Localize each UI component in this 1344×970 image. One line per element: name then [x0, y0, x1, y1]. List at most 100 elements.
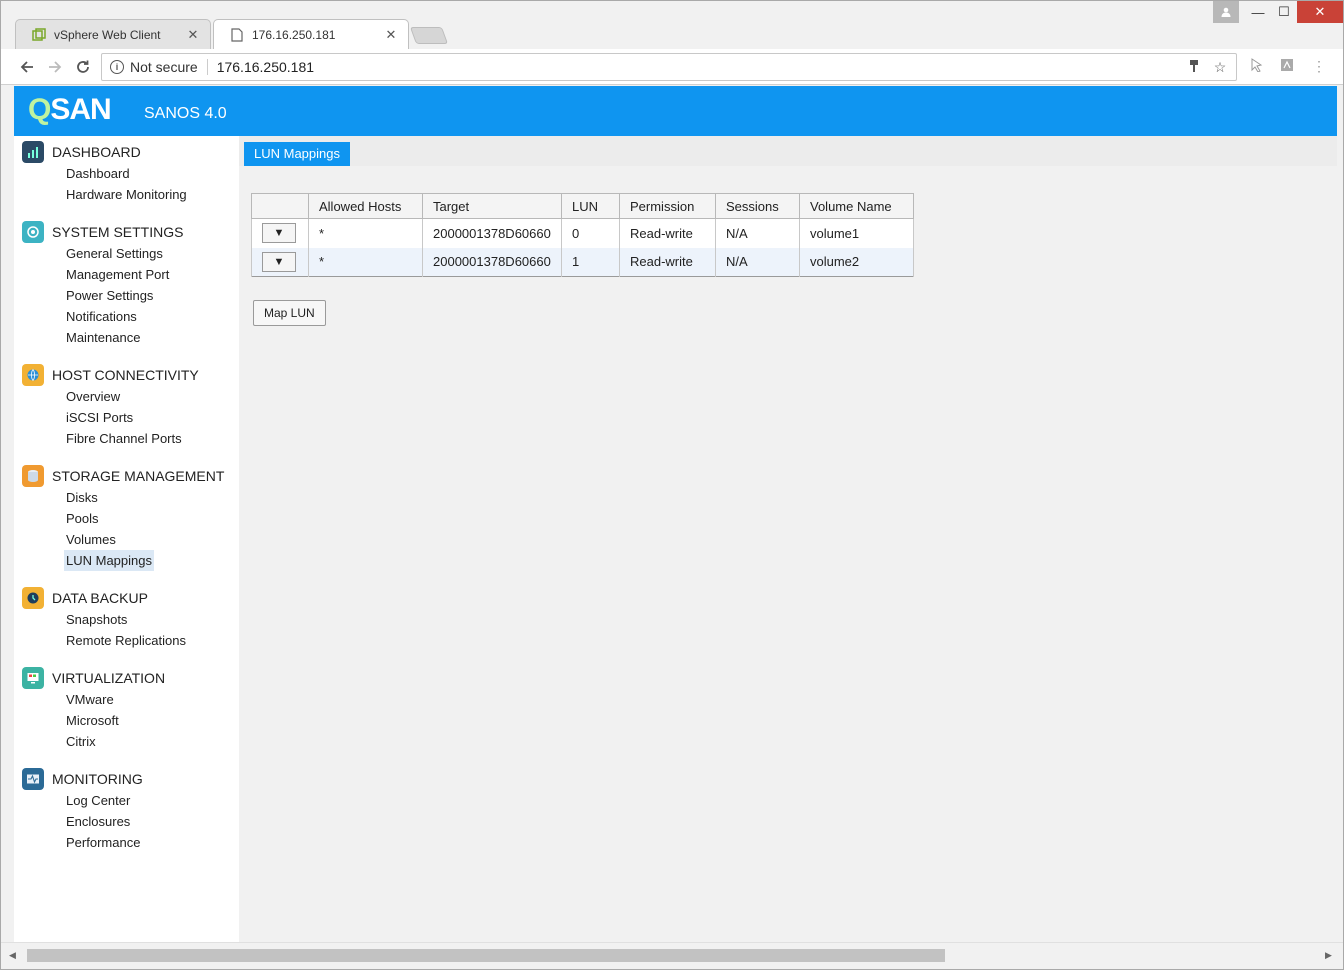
address-bar[interactable]: i Not secure 176.16.250.181 ☆ [101, 53, 1237, 81]
sidebar-section-dashboard: DASHBOARD Dashboard Hardware Monitoring [22, 141, 189, 205]
table-cell-action: ▼ [251, 218, 309, 248]
globe-icon [22, 364, 44, 386]
sidebar-item-microsoft[interactable]: Microsoft [64, 710, 121, 731]
column-header-target[interactable]: Target [422, 193, 562, 219]
page-favicon-icon [230, 27, 244, 42]
url-text[interactable]: 176.16.250.181 [217, 59, 1184, 75]
table-header-row: Allowed Hosts Target LUN Permission Sess… [251, 193, 914, 219]
database-icon [22, 465, 44, 487]
column-header-action [251, 193, 309, 219]
table-cell-hosts: * [308, 218, 423, 248]
table-cell-sessions: N/A [715, 218, 800, 248]
backup-icon [22, 587, 44, 609]
map-lun-button[interactable]: Map LUN [253, 300, 326, 326]
sidebar-nav: DASHBOARD Dashboard Hardware Monitoring … [14, 136, 239, 942]
bookmark-star-icon[interactable]: ☆ [1210, 59, 1230, 76]
tab-close-icon[interactable]: ✕ [186, 27, 200, 43]
sidebar-section-virtualization: VIRTUALIZATION VMware Microsoft Citrix [22, 667, 165, 752]
main-content: LUN Mappings Allowed Hosts Target LUN Pe… [239, 136, 1337, 942]
product-name: SANOS 4.0 [144, 105, 227, 122]
column-header-sessions[interactable]: Sessions [715, 193, 800, 219]
browser-toolbar: i Not secure 176.16.250.181 ☆ ⋮ [1, 49, 1343, 85]
column-header-permission[interactable]: Permission [619, 193, 716, 219]
sidebar-item-overview[interactable]: Overview [64, 386, 122, 407]
sidebar-item-disks[interactable]: Disks [64, 487, 100, 508]
sidebar-item-vmware[interactable]: VMware [64, 689, 116, 710]
maximize-button[interactable]: ☐ [1271, 1, 1297, 23]
sidebar-item-dashboard[interactable]: Dashboard [64, 163, 132, 184]
monitor-icon [22, 667, 44, 689]
pulse-icon [22, 768, 44, 790]
close-window-button[interactable]: ✕ [1297, 1, 1343, 23]
sidebar-item-maintenance[interactable]: Maintenance [64, 327, 142, 348]
table-cell-sessions: N/A [715, 247, 800, 277]
sidebar-item-power-settings[interactable]: Power Settings [64, 285, 155, 306]
table-row[interactable]: ▼ * 2000001378D60660 0 Read-write N/A vo… [251, 218, 914, 248]
tab-title: vSphere Web Client [54, 27, 161, 42]
sidebar-item-citrix[interactable]: Citrix [64, 731, 98, 752]
sidebar-section-title: STORAGE MANAGEMENT [52, 468, 225, 484]
info-icon[interactable]: i [110, 60, 124, 74]
sidebar-section-storage-management: STORAGE MANAGEMENT Disks Pools Volumes L… [22, 465, 224, 571]
table-cell-lun: 0 [561, 218, 620, 248]
column-header-allowed-hosts[interactable]: Allowed Hosts [308, 193, 423, 219]
column-header-volume-name[interactable]: Volume Name [799, 193, 914, 219]
sidebar-item-remote-replications[interactable]: Remote Replications [64, 630, 188, 651]
sidebar-item-pools[interactable]: Pools [64, 508, 101, 529]
tab-title: 176.16.250.181 [252, 27, 336, 42]
table-row[interactable]: ▼ * 2000001378D60660 1 Read-write N/A vo… [251, 247, 914, 277]
sidebar-item-log-center[interactable]: Log Center [64, 790, 132, 811]
column-header-lun[interactable]: LUN [561, 193, 620, 219]
table-cell-permission: Read-write [619, 218, 716, 248]
sidebar-item-volumes[interactable]: Volumes [64, 529, 118, 550]
sidebar-section-monitoring: MONITORING Log Center Enclosures Perform… [22, 768, 143, 853]
sidebar-section-title: DASHBOARD [52, 144, 141, 160]
sidebar-section-data-backup: DATA BACKUP Snapshots Remote Replication… [22, 587, 188, 651]
back-arrow-icon[interactable] [15, 55, 39, 79]
app-banner: QSAN SANOS 4.0 [14, 86, 1337, 136]
sidebar-item-hardware-monitoring[interactable]: Hardware Monitoring [64, 184, 189, 205]
sidebar-item-performance[interactable]: Performance [64, 832, 142, 853]
row-dropdown-button[interactable]: ▼ [262, 223, 296, 244]
sidebar-section-title: DATA BACKUP [52, 590, 148, 606]
table-cell-volume: volume1 [799, 218, 914, 248]
browser-window: vSphere Web Client ✕ 176.16.250.181 ✕ — … [0, 0, 1344, 970]
sidebar-item-lun-mappings[interactable]: LUN Mappings [64, 550, 154, 571]
table-cell-action: ▼ [251, 247, 309, 277]
reload-icon[interactable] [71, 55, 95, 79]
scrollbar-thumb[interactable] [27, 949, 945, 962]
settings-icon [22, 221, 44, 243]
horizontal-scrollbar[interactable]: ◀ ▶ [1, 942, 1343, 969]
table-cell-target: 2000001378D60660 [422, 247, 562, 277]
sidebar-item-management-port[interactable]: Management Port [64, 264, 171, 285]
forward-arrow-icon[interactable] [43, 55, 67, 79]
sidebar-section-title: HOST CONNECTIVITY [52, 367, 199, 383]
browser-tab-vsphere[interactable]: vSphere Web Client ✕ [15, 19, 211, 49]
minimize-button[interactable]: — [1245, 1, 1271, 23]
new-tab-button[interactable] [409, 27, 449, 44]
sidebar-item-snapshots[interactable]: Snapshots [64, 609, 129, 630]
row-dropdown-button[interactable]: ▼ [262, 251, 296, 272]
table-cell-target: 2000001378D60660 [422, 218, 562, 248]
sidebar-item-fibre-channel-ports[interactable]: Fibre Channel Ports [64, 428, 184, 449]
sidebar-item-enclosures[interactable]: Enclosures [64, 811, 132, 832]
lun-mappings-table: Allowed Hosts Target LUN Permission Sess… [251, 193, 914, 277]
table-cell-volume: volume2 [799, 247, 914, 277]
sidebar-section-title: VIRTUALIZATION [52, 670, 166, 686]
tab-close-icon[interactable]: ✕ [384, 27, 398, 43]
web-page: QSAN SANOS 4.0 DASHBOARD Dashboard Hardw… [14, 86, 1337, 942]
scroll-right-icon[interactable]: ▶ [1325, 950, 1332, 961]
menu-kebab-icon[interactable]: ⋮ [1309, 58, 1329, 76]
sidebar-item-general-settings[interactable]: General Settings [64, 243, 165, 264]
sidebar-item-notifications[interactable]: Notifications [64, 306, 139, 327]
sidebar-section-title: MONITORING [52, 771, 143, 787]
dashboard-icon [22, 141, 44, 163]
sidebar-item-iscsi-ports[interactable]: iSCSI Ports [64, 407, 135, 428]
browser-tab-current[interactable]: 176.16.250.181 ✕ [213, 19, 409, 49]
user-profile-icon[interactable] [1213, 1, 1239, 23]
pdf-extension-icon[interactable] [1277, 58, 1297, 76]
key-icon[interactable] [1184, 59, 1204, 76]
scroll-left-icon[interactable]: ◀ [9, 950, 16, 961]
tab-lun-mappings[interactable]: LUN Mappings [244, 142, 350, 166]
cursor-extension-icon[interactable] [1247, 58, 1267, 76]
